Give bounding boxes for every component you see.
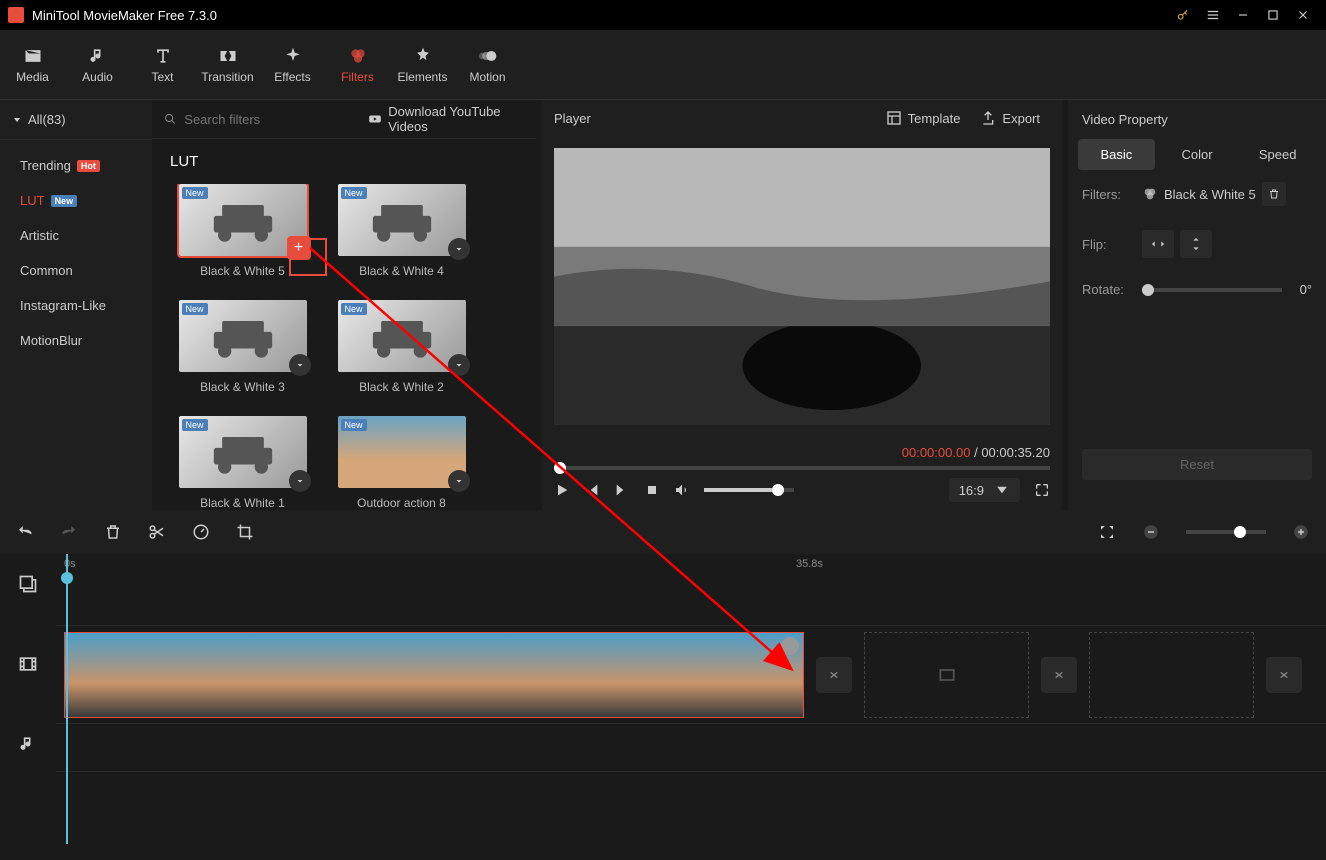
- download-icon[interactable]: [289, 354, 311, 376]
- download-icon[interactable]: [448, 354, 470, 376]
- cat-artistic[interactable]: Artistic: [0, 218, 152, 253]
- player-panel: Player Template Export 00:00:00.00 / 00:…: [542, 100, 1062, 510]
- download-icon[interactable]: [448, 238, 470, 260]
- props-tab-color[interactable]: Color: [1159, 139, 1236, 170]
- time-current: 00:00:00.00: [902, 445, 971, 460]
- menu-icon[interactable]: [1198, 0, 1228, 30]
- app-logo: [8, 7, 24, 23]
- split-button[interactable]: [148, 523, 166, 541]
- main-toolbar: Media Audio Text Transition Effects Filt…: [0, 30, 1326, 100]
- cat-lut[interactable]: LUTNew: [0, 183, 152, 218]
- category-all[interactable]: All(83): [0, 100, 152, 140]
- download-icon[interactable]: [448, 470, 470, 492]
- filter-browser: All(83) TrendingHot LUTNew Artistic Comm…: [0, 100, 536, 510]
- filter-thumb[interactable]: New Outdoor action 8: [329, 416, 474, 510]
- undo-button[interactable]: [16, 523, 34, 541]
- filter-thumb[interactable]: New Black & White 3: [170, 300, 315, 402]
- zoom-slider[interactable]: [1186, 530, 1266, 534]
- rotate-slider[interactable]: [1142, 288, 1282, 292]
- redo-button[interactable]: [60, 523, 78, 541]
- delete-button[interactable]: [104, 523, 122, 541]
- clip-placeholder[interactable]: [864, 632, 1029, 718]
- properties-panel: Video Property Basic Color Speed Filters…: [1068, 100, 1326, 510]
- speed-button[interactable]: [192, 523, 210, 541]
- hot-badge: Hot: [77, 160, 100, 172]
- audio-track-icon: [0, 714, 56, 774]
- template-button[interactable]: Template: [876, 104, 971, 132]
- search-input[interactable]: [184, 112, 360, 127]
- minimize-button[interactable]: [1228, 0, 1258, 30]
- next-frame-button[interactable]: [614, 482, 630, 498]
- flip-vertical-button[interactable]: [1180, 230, 1212, 258]
- add-track-button[interactable]: [0, 554, 56, 614]
- tab-transition[interactable]: Transition: [195, 30, 260, 99]
- download-youtube-link[interactable]: Download YouTube Videos: [368, 104, 524, 134]
- close-button[interactable]: [1288, 0, 1318, 30]
- crop-button[interactable]: [236, 523, 254, 541]
- tab-effects[interactable]: Effects: [260, 30, 325, 99]
- reset-button[interactable]: Reset: [1082, 449, 1312, 480]
- volume-slider[interactable]: [704, 488, 794, 492]
- category-panel: All(83) TrendingHot LUTNew Artistic Comm…: [0, 100, 152, 510]
- new-badge: New: [51, 195, 78, 207]
- props-tab-speed[interactable]: Speed: [1239, 139, 1316, 170]
- filter-thumb[interactable]: New Black & White 4: [329, 184, 474, 286]
- title-bar: MiniTool MovieMaker Free 7.3.0: [0, 0, 1326, 30]
- props-tab-basic[interactable]: Basic: [1078, 139, 1155, 170]
- tab-text[interactable]: Text: [130, 30, 195, 99]
- timeline: 0s 35.8s: [0, 510, 1326, 860]
- download-icon[interactable]: [289, 470, 311, 492]
- fit-button[interactable]: [1098, 523, 1116, 541]
- video-track-icon: [0, 614, 56, 714]
- cat-motionblur[interactable]: MotionBlur: [0, 323, 152, 358]
- clip-placeholder[interactable]: [1089, 632, 1254, 718]
- fullscreen-button[interactable]: [1034, 482, 1050, 498]
- clip-filter-badge: [781, 637, 799, 655]
- playhead[interactable]: [66, 554, 68, 844]
- tab-elements[interactable]: Elements: [390, 30, 455, 99]
- filter-thumb[interactable]: New Black & White 1: [170, 416, 315, 510]
- search-icon: [164, 112, 176, 126]
- cat-trending[interactable]: TrendingHot: [0, 148, 152, 183]
- filter-thumb[interactable]: New Black & White 2: [329, 300, 474, 402]
- applied-filter-name: Black & White 5: [1164, 187, 1256, 202]
- timeline-ruler[interactable]: 0s 35.8s: [56, 554, 1326, 578]
- video-clip[interactable]: [64, 632, 804, 718]
- tab-motion[interactable]: Motion: [455, 30, 520, 99]
- progress-bar[interactable]: [554, 466, 1050, 470]
- volume-icon[interactable]: [674, 482, 690, 498]
- zoom-out-button[interactable]: [1142, 523, 1160, 541]
- key-icon[interactable]: [1168, 0, 1198, 30]
- prev-frame-button[interactable]: [584, 482, 600, 498]
- tab-audio[interactable]: Audio: [65, 30, 130, 99]
- section-title: LUT: [152, 139, 536, 184]
- flip-horizontal-button[interactable]: [1142, 230, 1174, 258]
- filter-thumb[interactable]: New+ Black & White 5: [170, 184, 315, 286]
- tab-media[interactable]: Media: [0, 30, 65, 99]
- play-button[interactable]: [554, 482, 570, 498]
- app-title: MiniTool MovieMaker Free 7.3.0: [32, 8, 217, 23]
- maximize-button[interactable]: [1258, 0, 1288, 30]
- delete-filter-button[interactable]: [1262, 182, 1286, 206]
- transition-slot[interactable]: [816, 657, 852, 693]
- cat-instagram[interactable]: Instagram-Like: [0, 288, 152, 323]
- aspect-ratio-select[interactable]: 16:9: [949, 478, 1020, 502]
- props-title: Video Property: [1068, 100, 1326, 139]
- video-preview[interactable]: [554, 148, 1050, 425]
- stop-button[interactable]: [644, 482, 660, 498]
- player-title: Player: [554, 111, 591, 126]
- tab-filters[interactable]: Filters: [325, 30, 390, 99]
- cat-common[interactable]: Common: [0, 253, 152, 288]
- time-total: 00:00:35.20: [981, 445, 1050, 460]
- rotate-value: 0°: [1300, 282, 1312, 297]
- transition-slot[interactable]: [1041, 657, 1077, 693]
- transition-slot[interactable]: [1266, 657, 1302, 693]
- filter-panel: Download YouTube Videos LUT New+ Black &…: [152, 100, 536, 510]
- filter-icon: [1142, 186, 1158, 202]
- export-button[interactable]: Export: [970, 104, 1050, 132]
- zoom-in-button[interactable]: [1292, 523, 1310, 541]
